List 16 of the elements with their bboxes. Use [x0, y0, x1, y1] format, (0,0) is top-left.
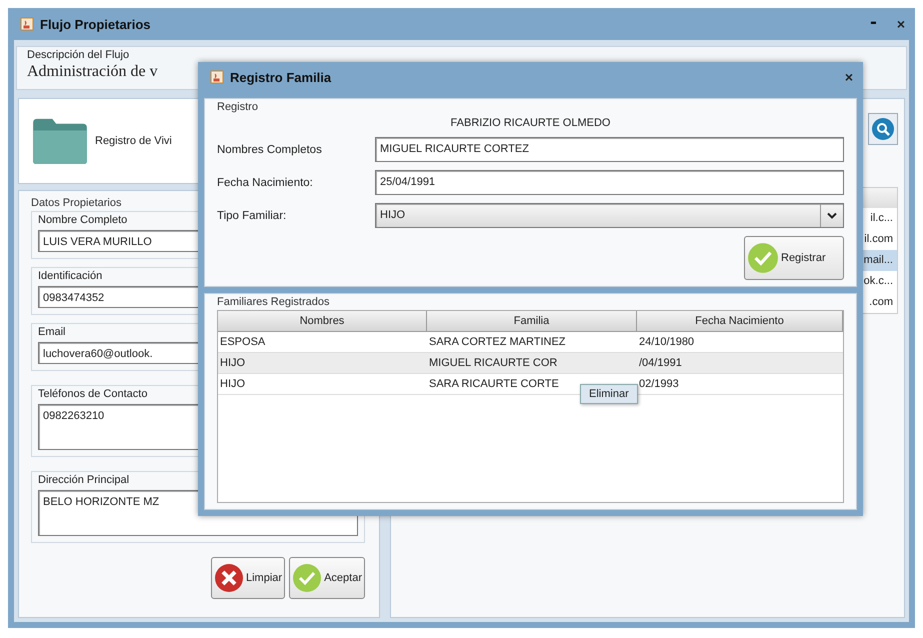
group-label: Familiares Registrados: [217, 296, 330, 308]
field-label: Nombres Completos: [217, 144, 323, 156]
group-label: Descripción del Flujo: [27, 49, 130, 61]
dialog-title: Registro Familia: [230, 70, 332, 84]
field-label: Fecha Nacimiento:: [217, 176, 314, 188]
field-label: Identificación: [38, 270, 102, 282]
window-title: Flujo Propietarios: [40, 16, 151, 32]
field-label: Nombre Completo: [38, 214, 128, 226]
field-label: Dirección Principal: [38, 474, 130, 486]
group-label: Datos Propietarios: [31, 197, 122, 209]
field-label: Tipo Familiar:: [217, 210, 288, 222]
field-label: Email: [38, 326, 66, 338]
description-text: Administración de v: [27, 63, 158, 81]
field-label: Teléfonos de Contacto: [38, 388, 148, 400]
group-label: Registro: [217, 101, 258, 113]
owner-name: FABRIZIO RICAURTE OLMEDO: [450, 117, 610, 129]
